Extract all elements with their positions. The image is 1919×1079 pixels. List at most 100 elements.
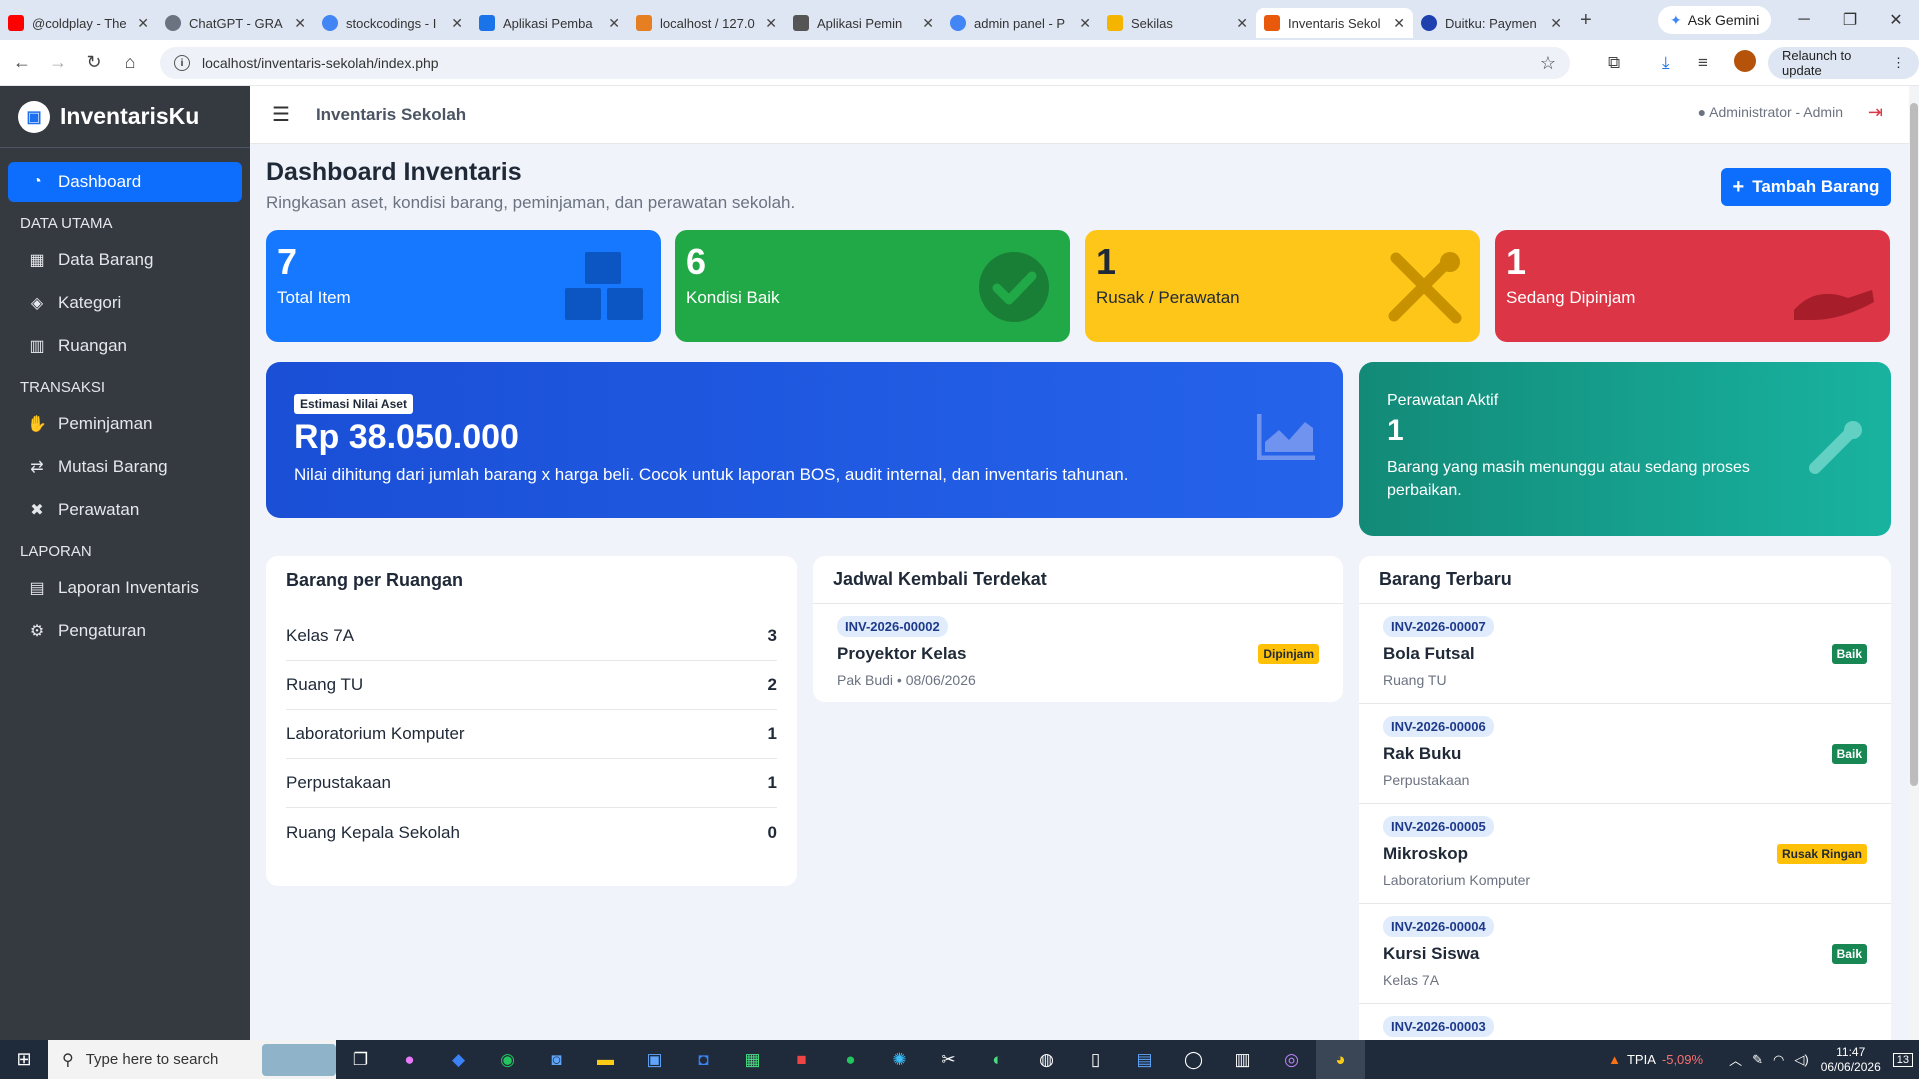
app-topbar: ☰ Inventaris Sekolah ● Administrator - A… [250, 86, 1909, 144]
windows-start-icon[interactable]: ⊞ [0, 1040, 48, 1079]
capcut-icon[interactable]: ✂ [924, 1040, 973, 1079]
maintenance-count: 1 [1387, 414, 1404, 447]
browser-tab[interactable]: @coldplay - The ✕ [0, 8, 157, 38]
clock[interactable]: 11:47 06/06/2026 [1821, 1045, 1881, 1075]
task-view-icon[interactable]: ❐ [336, 1040, 385, 1079]
browser-tab[interactable]: Sekilas ✕ [1099, 8, 1256, 38]
close-icon[interactable]: ✕ [1236, 15, 1248, 32]
list-item[interactable]: INV-2026-00005 Mikroskop Laboratorium Ko… [1359, 804, 1891, 904]
media-icon[interactable]: ≡ [1698, 53, 1708, 73]
close-icon[interactable]: ✕ [137, 15, 149, 32]
browser-tab[interactable]: Aplikasi Pemin ✕ [785, 8, 942, 38]
list-item[interactable]: INV-2026-00002 Proyektor Kelas Pak Budi … [813, 604, 1343, 702]
close-icon[interactable]: ✕ [1079, 15, 1091, 32]
notification-icon[interactable]: 13 [1892, 1052, 1913, 1067]
close-icon[interactable]: ✕ [608, 15, 620, 32]
close-icon[interactable]: ✕ [1393, 15, 1405, 32]
extensions-icon[interactable]: ⧉ [1608, 53, 1620, 73]
edge-icon[interactable]: ◉ [483, 1040, 532, 1079]
minimize-button[interactable]: ─ [1781, 0, 1827, 40]
list-item: Laboratorium Komputer 1 [286, 710, 777, 759]
app-icon[interactable]: ✺ [875, 1040, 924, 1079]
exchange-icon: ⇄ [30, 459, 44, 476]
brand[interactable]: ▣ InventarisKu [0, 86, 250, 148]
phpmyadmin-icon [636, 15, 652, 31]
back-arrow-icon[interactable]: ← [4, 52, 40, 73]
vscode-icon[interactable]: ◆ [434, 1040, 483, 1079]
list-item[interactable]: INV-2026-00006 Rak Buku Perpustakaan Bai… [1359, 704, 1891, 804]
home-icon[interactable]: ⌂ [112, 52, 148, 73]
close-icon[interactable]: ✕ [1550, 15, 1562, 32]
page-subtitle: Ringkasan aset, kondisi barang, peminjam… [266, 193, 796, 212]
chrome-icon[interactable]: ◕ [1316, 1040, 1365, 1079]
site-info-icon[interactable]: i [174, 55, 190, 71]
url-input[interactable]: i localhost/inventaris-sekolah/index.php… [160, 47, 1570, 79]
outlook-icon[interactable]: ◘ [679, 1040, 728, 1079]
list-item[interactable]: INV-2026-00003 [1359, 1004, 1891, 1040]
chevron-up-icon[interactable]: ︿ [1729, 1050, 1742, 1069]
close-icon[interactable]: ✕ [294, 15, 306, 32]
sidebar-item-kategori[interactable]: ◈ Kategori [8, 283, 242, 323]
notepad-icon[interactable]: ▯ [1071, 1040, 1120, 1079]
section-laporan: LAPORAN [20, 543, 92, 560]
scrollbar-thumb[interactable] [1910, 103, 1918, 786]
sidebar-item-ruangan[interactable]: ▥ Ruangan [8, 326, 242, 366]
browser-tab[interactable]: stockcodings - I ✕ [314, 8, 471, 38]
section-data-utama: DATA UTAMA [20, 215, 113, 232]
close-icon[interactable]: ✕ [922, 15, 934, 32]
bookmark-star-icon[interactable]: ☆ [1540, 53, 1556, 74]
reload-icon[interactable]: ↻ [76, 52, 112, 73]
app-icon[interactable]: ◍ [1022, 1040, 1071, 1079]
calculator-icon[interactable]: ▥ [1218, 1040, 1267, 1079]
list-item[interactable]: INV-2026-00007 Bola Futsal Ruang TU Baik [1359, 604, 1891, 704]
forward-arrow-icon[interactable]: → [40, 52, 76, 73]
sidebar-item-dashboard[interactable]: ◔ Dashboard [8, 162, 242, 202]
asset-label-pill: Estimasi Nilai Aset [294, 394, 413, 414]
sidebar-item-pengaturan[interactable]: ⚙ Pengaturan [8, 611, 242, 651]
hamburger-icon[interactable]: ☰ [272, 102, 290, 127]
close-icon[interactable]: ✕ [451, 15, 463, 32]
ask-gemini-button[interactable]: ✦ Ask Gemini [1658, 6, 1772, 34]
sidebar-item-peminjaman[interactable]: ✋ Peminjaman [8, 404, 242, 444]
paint-icon[interactable]: ● [385, 1040, 434, 1079]
volume-icon[interactable]: ◁) [1794, 1052, 1808, 1068]
sidebar-item-data-barang[interactable]: ▦ Data Barang [8, 240, 242, 280]
status-badge: Rusak Ringan [1776, 844, 1867, 864]
user-label[interactable]: ● Administrator - Admin [1698, 104, 1843, 120]
whatsapp-icon[interactable]: ● [826, 1040, 875, 1079]
filezilla-icon[interactable]: ■ [777, 1040, 826, 1079]
app-icon[interactable]: ◙ [532, 1040, 581, 1079]
app-icon[interactable]: ▦ [728, 1040, 777, 1079]
app-icon[interactable]: ◎ [1267, 1040, 1316, 1079]
boxes-icon [565, 252, 643, 320]
building-icon: ▥ [29, 338, 45, 355]
app-icon[interactable]: ◐ [973, 1040, 1022, 1079]
browser-tab[interactable]: admin panel - P ✕ [942, 8, 1099, 38]
list-item[interactable]: INV-2026-00004 Kursi Siswa Kelas 7A Baik [1359, 904, 1891, 1004]
sidebar-item-mutasi[interactable]: ⇄ Mutasi Barang [8, 447, 242, 487]
sidebar-item-perawatan[interactable]: ✖ Perawatan [8, 490, 242, 530]
new-tab-button[interactable]: + [1580, 9, 1604, 32]
browser-tab[interactable]: Duitku: Paymen ✕ [1413, 8, 1570, 38]
close-icon[interactable]: ✕ [765, 15, 777, 32]
logout-icon[interactable]: ⇥ [1868, 102, 1883, 123]
avatar[interactable] [1734, 50, 1756, 72]
download-icon[interactable]: ⤓ [1662, 53, 1670, 73]
file-explorer-icon[interactable]: ▬ [581, 1040, 630, 1079]
browser-tab-active[interactable]: Inventaris Sekol ✕ [1256, 8, 1413, 38]
restore-button[interactable]: ❐ [1827, 0, 1873, 40]
wifi-icon[interactable]: ◠ [1773, 1052, 1784, 1068]
close-window-button[interactable]: ✕ [1873, 0, 1919, 40]
system-tray: ▲ TPIA -5,09% ︿ ✎ ◠ ◁) 11:47 06/06/2026 1… [1608, 1040, 1919, 1079]
app-icon[interactable]: ▤ [1120, 1040, 1169, 1079]
taskbar-search-input[interactable]: ⚲ Type here to search [48, 1040, 336, 1079]
relaunch-button[interactable]: Relaunch to update ⋮ [1768, 47, 1919, 79]
sidebar-item-laporan[interactable]: ▤ Laporan Inventaris [8, 568, 242, 608]
add-item-button[interactable]: + Tambah Barang [1721, 168, 1891, 206]
browser-tab[interactable]: localhost / 127.0 ✕ [628, 8, 785, 38]
github-icon[interactable]: ◯ [1169, 1040, 1218, 1079]
store-icon[interactable]: ▣ [630, 1040, 679, 1079]
pen-icon[interactable]: ✎ [1752, 1052, 1763, 1068]
browser-tab[interactable]: Aplikasi Pemba ✕ [471, 8, 628, 38]
browser-tab[interactable]: ChatGPT - GRA ✕ [157, 8, 314, 38]
